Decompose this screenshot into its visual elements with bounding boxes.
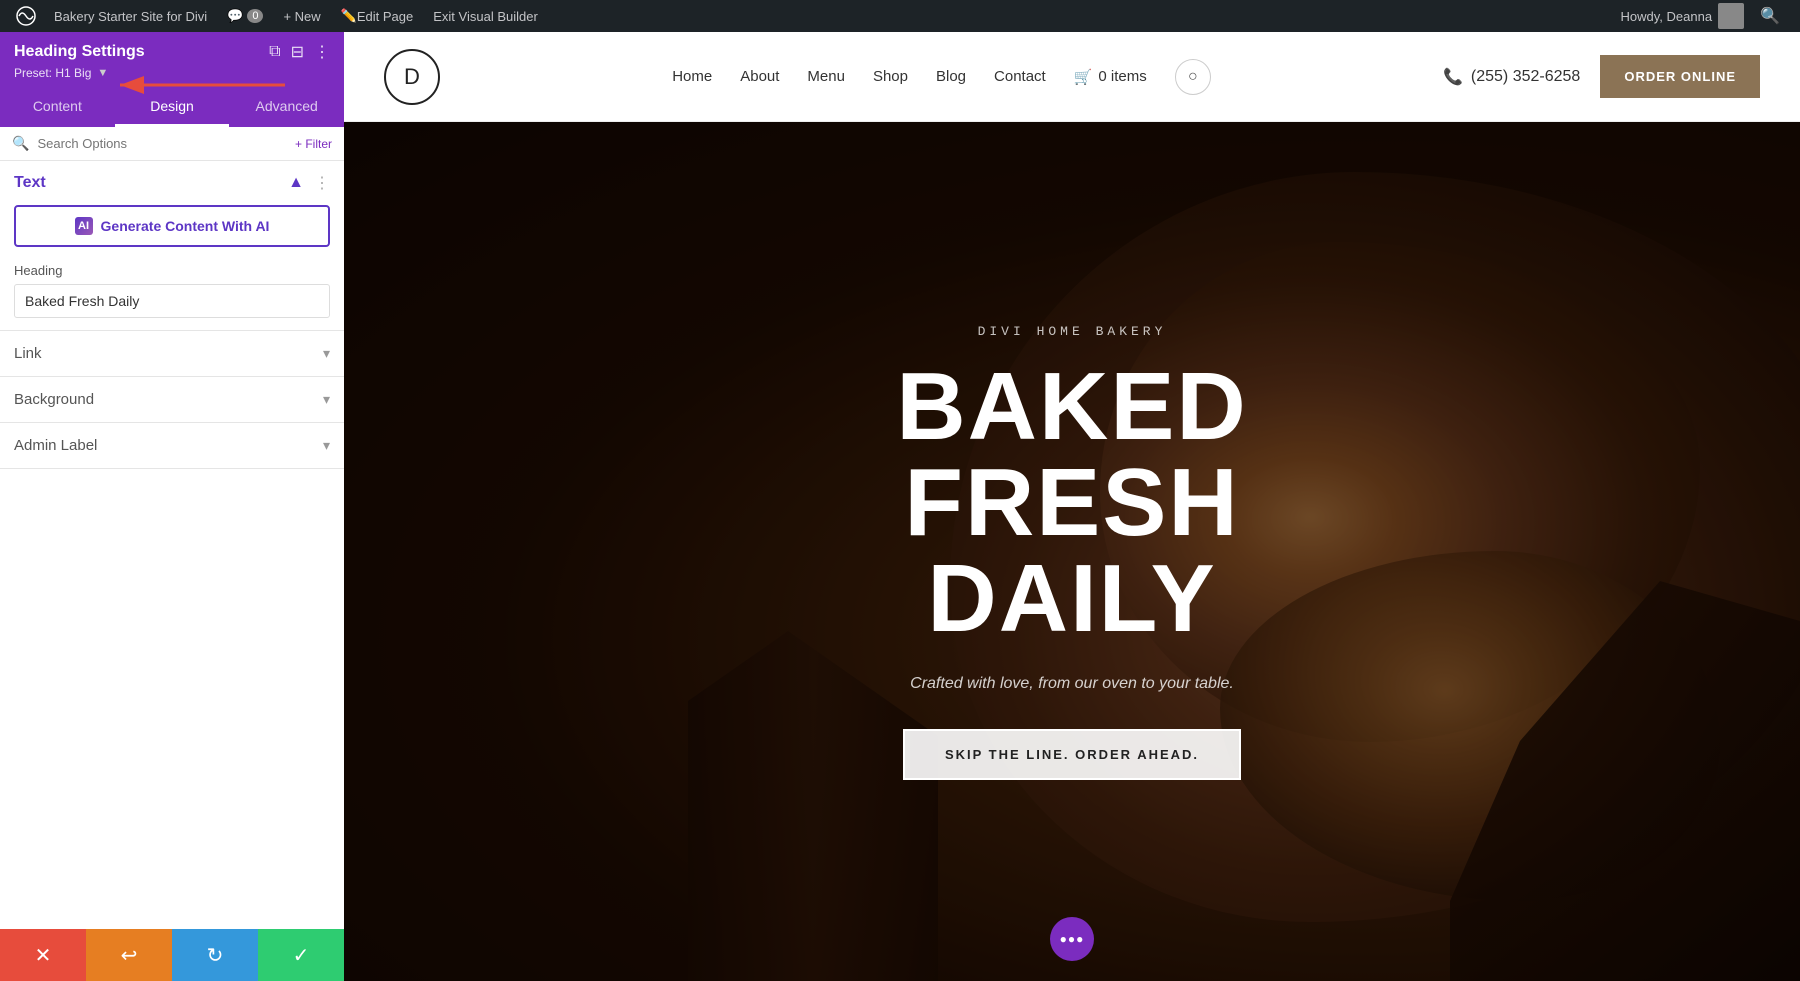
heading-input[interactable] xyxy=(14,284,330,318)
save-button[interactable]: ✓ xyxy=(258,929,344,981)
text-section: Text ▲ ⋮ AI Generate Content With AI Hea… xyxy=(0,161,344,331)
background-section: Background ▾ xyxy=(0,377,344,423)
purple-dot-button[interactable]: ●●● xyxy=(1050,917,1094,961)
nav-item-home[interactable]: Home xyxy=(672,68,712,85)
heading-field-group: Heading xyxy=(0,259,344,330)
site-search-button[interactable]: ○ xyxy=(1175,59,1211,95)
cart-icon: 🛒 xyxy=(1074,68,1093,86)
panel-search-bar: 🔍 + Filter xyxy=(0,127,344,161)
ai-icon: AI xyxy=(75,217,93,235)
nav-item-menu[interactable]: Menu xyxy=(807,68,845,85)
nav-item-contact[interactable]: Contact xyxy=(994,68,1046,85)
phone-icon: 📞 xyxy=(1443,67,1463,87)
site-logo[interactable]: D xyxy=(384,49,440,105)
panel-copy-icon[interactable]: ⧉ xyxy=(269,43,280,61)
search-input[interactable] xyxy=(37,136,287,151)
cart-count: 0 items xyxy=(1098,68,1146,85)
text-section-title: Text xyxy=(14,174,46,192)
wp-admin-bar: Bakery Starter Site for Divi 💬 0 + New ✏… xyxy=(0,0,1800,32)
panel-columns-icon[interactable]: ⊟ xyxy=(291,42,304,62)
link-section-header[interactable]: Link ▾ xyxy=(0,331,344,376)
admin-bar-search-icon[interactable]: 🔍 xyxy=(1752,6,1788,26)
site-header: D Home About Menu Shop Blog Contact 🛒 0 … xyxy=(344,32,1800,122)
nav-item-about[interactable]: About xyxy=(740,68,779,85)
admin-bar-edit-page[interactable]: ✏️ Edit Page xyxy=(331,0,424,32)
panel-footer: ✕ ↩ ↻ ✓ xyxy=(0,929,344,981)
text-section-header: Text ▲ ⋮ xyxy=(0,161,344,201)
admin-label-chevron-icon: ▾ xyxy=(323,437,330,454)
panel-content: Text ▲ ⋮ AI Generate Content With AI Hea… xyxy=(0,161,344,929)
search-icon: 🔍 xyxy=(12,135,29,152)
link-section-title: Link xyxy=(14,345,42,362)
panel-header: Heading Settings ⧉ ⊟ ⋮ Preset: H1 Big ▼ xyxy=(0,32,344,88)
background-chevron-icon: ▾ xyxy=(323,391,330,408)
panel-title: Heading Settings xyxy=(14,43,145,61)
tab-design[interactable]: Design xyxy=(115,88,230,127)
heading-field-label: Heading xyxy=(14,263,330,278)
cancel-button[interactable]: ✕ xyxy=(0,929,86,981)
cancel-icon: ✕ xyxy=(35,943,52,968)
text-section-collapse-icon[interactable]: ▲ xyxy=(288,174,304,192)
generate-ai-button[interactable]: AI Generate Content With AI xyxy=(14,205,330,247)
search-icon: ○ xyxy=(1188,68,1198,86)
cart-item[interactable]: 🛒 0 items xyxy=(1074,68,1147,86)
main-layout: Heading Settings ⧉ ⊟ ⋮ Preset: H1 Big ▼ xyxy=(0,32,1800,981)
user-avatar xyxy=(1718,3,1744,29)
right-content: D Home About Menu Shop Blog Contact 🛒 0 … xyxy=(344,32,1800,981)
hero-content: DIVI HOME BAKERY BAKED FRESH DAILY Craft… xyxy=(722,324,1422,780)
three-dots-icon: ●●● xyxy=(1060,932,1085,946)
background-section-title: Background xyxy=(14,391,94,408)
admin-label-section-header[interactable]: Admin Label ▾ xyxy=(0,423,344,468)
nav-item-blog[interactable]: Blog xyxy=(936,68,966,85)
wp-logo-icon[interactable] xyxy=(12,0,40,32)
undo-button[interactable]: ↩ xyxy=(86,929,172,981)
admin-label-section: Admin Label ▾ xyxy=(0,423,344,469)
admin-bar-comments[interactable]: 💬 0 xyxy=(217,0,273,32)
filter-button[interactable]: + Filter xyxy=(295,137,332,151)
order-online-button[interactable]: ORDER ONLINE xyxy=(1600,55,1760,98)
panel-tabs: Content Design Advanced xyxy=(0,88,344,127)
tab-content[interactable]: Content xyxy=(0,88,115,127)
hero-subtitle: DIVI HOME BAKERY xyxy=(722,324,1422,339)
redo-button[interactable]: ↻ xyxy=(172,929,258,981)
link-section: Link ▾ xyxy=(0,331,344,377)
phone-number: (255) 352-6258 xyxy=(1471,68,1580,86)
admin-label-section-title: Admin Label xyxy=(14,437,97,454)
background-section-header[interactable]: Background ▾ xyxy=(0,377,344,422)
hero-title-line1: BAKED FRESH xyxy=(722,359,1422,551)
hero-title-line2: DAILY xyxy=(722,551,1422,647)
panel-more-icon[interactable]: ⋮ xyxy=(314,42,330,62)
site-nav: Home About Menu Shop Blog Contact 🛒 0 it… xyxy=(672,59,1211,95)
nav-item-shop[interactable]: Shop xyxy=(873,68,908,85)
site-header-right: 📞 (255) 352-6258 ORDER ONLINE xyxy=(1443,55,1760,98)
panel-header-top: Heading Settings ⧉ ⊟ ⋮ xyxy=(14,42,330,62)
admin-bar-site-name[interactable]: Bakery Starter Site for Divi xyxy=(44,0,217,32)
panel-header-icons: ⧉ ⊟ ⋮ xyxy=(269,42,330,62)
undo-icon: ↩ xyxy=(121,943,138,968)
hero-bottom-dot: ●●● xyxy=(1050,917,1094,961)
save-icon: ✓ xyxy=(293,943,310,968)
hero-description: Crafted with love, from our oven to your… xyxy=(722,675,1422,693)
admin-bar-new[interactable]: + New xyxy=(273,0,330,32)
hero-cta-button[interactable]: SKIP THE LINE. ORDER AHEAD. xyxy=(903,729,1241,780)
phone-section: 📞 (255) 352-6258 xyxy=(1443,67,1580,87)
text-section-more-icon[interactable]: ⋮ xyxy=(314,173,330,193)
panel-preset[interactable]: Preset: H1 Big ▼ xyxy=(14,66,330,80)
hero-section: DIVI HOME BAKERY BAKED FRESH DAILY Craft… xyxy=(344,122,1800,981)
hero-title: BAKED FRESH DAILY xyxy=(722,359,1422,647)
redo-icon: ↻ xyxy=(207,943,224,968)
admin-bar-user[interactable]: Howdy, Deanna xyxy=(1613,3,1753,29)
admin-bar-exit-builder[interactable]: Exit Visual Builder xyxy=(423,0,548,32)
link-chevron-icon: ▾ xyxy=(323,345,330,362)
tab-advanced[interactable]: Advanced xyxy=(229,88,344,127)
left-panel: Heading Settings ⧉ ⊟ ⋮ Preset: H1 Big ▼ xyxy=(0,32,344,981)
